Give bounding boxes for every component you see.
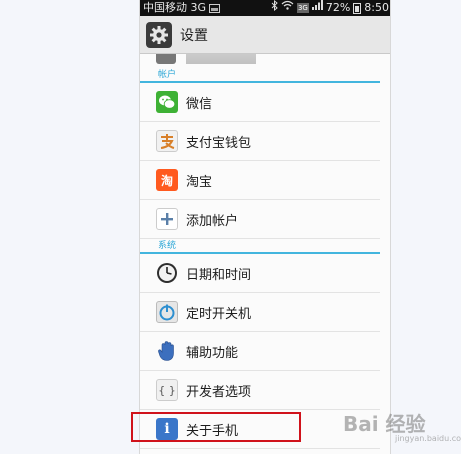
- developer-icon: { }: [156, 379, 178, 401]
- power-timer-icon: [156, 301, 178, 323]
- setting-item-accessibility[interactable]: 辅助功能: [140, 332, 380, 371]
- settings-list: 帐户 微信 支付宝钱包 淘 淘宝 添加帐户 系统 日期和时间 定时开关机 辅助功…: [140, 54, 390, 449]
- setting-item-taobao[interactable]: 淘 淘宝: [140, 161, 380, 200]
- section-header-system: 系统: [140, 239, 380, 254]
- setting-item-label: 定时开关机: [186, 306, 252, 322]
- clock-time: 8:50: [364, 1, 389, 14]
- status-bar: 中国移动 3G 3G 72% 8:50: [140, 0, 390, 17]
- wifi-icon: [281, 0, 294, 16]
- partially-visible-row[interactable]: [140, 54, 390, 68]
- settings-gear-icon[interactable]: [146, 21, 172, 48]
- watermark: Bai 经验 jingyan.baidu.com: [343, 396, 461, 450]
- watermark-main: Bai 经验: [343, 412, 426, 436]
- highlight-box: [131, 412, 301, 442]
- bluetooth-icon: [271, 0, 278, 17]
- section-header-accounts: 帐户: [140, 68, 380, 83]
- page-title: 设置: [180, 27, 208, 44]
- watermark-sub: jingyan.baidu.com: [395, 434, 461, 443]
- setting-item-add-account[interactable]: 添加帐户: [140, 200, 380, 239]
- signal-icon: [311, 0, 323, 16]
- battery-percent: 72%: [325, 1, 351, 14]
- alipay-icon: [156, 130, 178, 152]
- setting-item-date-time[interactable]: 日期和时间: [140, 254, 380, 293]
- setting-item-label: 微信: [186, 96, 213, 112]
- setting-item-label: 开发者选项: [186, 384, 252, 400]
- network-type-badge: 3G: [296, 3, 309, 13]
- partial-row-text: [186, 54, 256, 64]
- setting-item-alipay[interactable]: 支付宝钱包: [140, 122, 380, 161]
- partial-row-icon: [156, 54, 176, 64]
- carrier-label: 中国移动 3G: [143, 1, 207, 14]
- setting-item-scheduled-power[interactable]: 定时开关机: [140, 293, 380, 332]
- battery-icon: [353, 2, 362, 14]
- phone-screen: 中国移动 3G 3G 72% 8:50 设置 帐户 微信 支付宝钱包 淘 淘宝 …: [139, 0, 391, 454]
- setting-item-label: 添加帐户: [186, 213, 239, 229]
- setting-item-label: 辅助功能: [186, 345, 239, 361]
- setting-item-label: 淘宝: [186, 174, 213, 190]
- setting-item-label: 支付宝钱包: [186, 135, 252, 151]
- hand-icon: [156, 340, 178, 362]
- taobao-icon: 淘: [156, 169, 178, 191]
- wechat-icon: [156, 91, 178, 113]
- clock-icon: [156, 262, 178, 284]
- image-notification-icon: [209, 3, 221, 13]
- title-bar: 设置: [140, 16, 390, 54]
- setting-item-label: 日期和时间: [186, 267, 252, 283]
- add-icon: [156, 208, 178, 230]
- status-icons: 3G 72% 8:50: [271, 0, 389, 17]
- setting-item-wechat[interactable]: 微信: [140, 83, 380, 122]
